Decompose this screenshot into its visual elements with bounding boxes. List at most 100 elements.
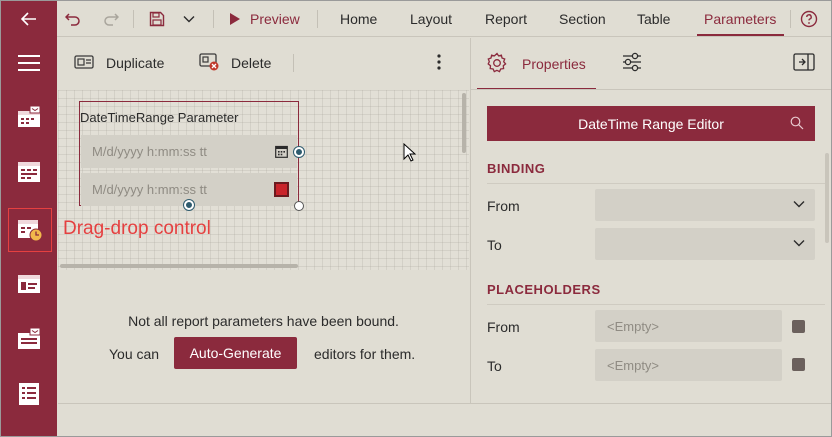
toolbar-divider [293,54,294,72]
list-dropdown-icon [17,327,41,351]
hamburger-icon [17,54,41,72]
save-icon [149,11,165,27]
tab-filters[interactable] [621,38,643,88]
from-placeholder: M/d/yyyy h:mm:ss tt [92,144,207,159]
left-rail [1,1,57,436]
drag-drop-annotation: Drag-drop control [63,218,211,239]
redo-button[interactable] [103,1,119,37]
help-button[interactable] [800,1,818,37]
save-button[interactable] [149,1,165,37]
connector-handle[interactable] [184,200,194,210]
tab-properties[interactable]: Properties [477,38,596,90]
toolbar-divider [317,10,318,28]
menu-button[interactable] [9,43,49,83]
back-button[interactable] [1,1,57,37]
resize-handle[interactable] [294,201,304,211]
tab-table[interactable]: Table [637,1,670,37]
tab-section[interactable]: Section [559,1,606,37]
duplicate-button[interactable]: Duplicate [74,38,164,88]
unbound-parameters-message: Not all report parameters have been boun… [128,313,399,329]
message-editors-for-them: editors for them. [314,346,416,362]
delete-label: Delete [231,55,272,71]
connector-handle[interactable] [294,147,304,157]
placeholder-to-checkbox[interactable] [792,358,805,371]
datetime-range-icon [17,218,43,242]
toolbar-divider [213,10,214,28]
tab-layout-label: Layout [410,11,453,27]
duplicate-label: Duplicate [106,55,165,71]
card-id-icon [17,274,41,294]
panel-header-divider [471,89,831,90]
collapse-panel-button[interactable] [793,38,815,88]
tab-parameters[interactable]: Parameters [704,1,776,37]
binding-to-label: To [487,237,502,253]
chevron-down-icon [183,15,195,23]
tab-home-label: Home [340,11,378,27]
designer-toolbar: Duplicate Delete [57,38,470,88]
rail-item-list-editor[interactable] [9,374,49,414]
toolbar-divider [790,10,791,28]
preview-button[interactable]: Preview [229,1,300,37]
panel-scrollbar[interactable] [825,153,829,243]
search-icon [790,116,804,133]
tab-home[interactable]: Home [340,1,377,37]
binding-heading: BINDING [487,161,546,176]
placeholders-heading: PLACEHOLDERS [487,282,601,297]
mouse-cursor-icon [403,142,417,167]
horizontal-scrollbar[interactable] [60,264,298,268]
stop-icon [274,182,289,197]
tab-report-label: Report [485,11,528,27]
tab-layout[interactable]: Layout [410,1,452,37]
rail-item-list-dropdown-editor[interactable] [9,319,49,359]
editor-button-label: DateTime Range Editor [578,115,724,132]
toolbar-divider [133,10,134,28]
placeholder-from-input[interactable]: <Empty> [595,310,782,342]
panel-divider [470,38,471,403]
binding-from-select[interactable] [595,189,815,221]
rail-item-date-range-editor[interactable] [9,152,49,192]
datetime-range-control[interactable]: DateTimeRange Parameter M/d/yyyy h:mm:ss… [79,101,299,206]
placeholder-from-checkbox[interactable] [792,320,805,333]
properties-tab-label: Properties [522,56,586,72]
datetime-range-editor-button[interactable]: DateTime Range Editor [487,106,815,141]
calendar-icon [275,145,288,161]
undo-icon [65,11,81,27]
delete-button[interactable]: Delete [199,38,271,88]
to-placeholder: M/d/yyyy h:mm:ss tt [92,182,207,197]
placeholder-from-label: From [487,319,520,335]
tab-table-label: Table [637,11,671,27]
delete-icon [199,52,219,74]
placeholder-to-input[interactable]: <Empty> [595,349,782,381]
placeholder-from-value: <Empty> [607,318,660,334]
more-vertical-icon [437,53,441,73]
message-you-can: You can [109,346,160,362]
top-toolbar: Preview Home Layout Report Section Table… [57,1,831,37]
sliders-icon [621,51,643,76]
chevron-down-icon [793,201,805,208]
help-icon [800,10,818,28]
panel-collapse-icon [793,52,815,74]
section-divider [487,304,825,305]
save-options-dropdown[interactable] [183,1,195,37]
tab-section-label: Section [559,11,606,27]
preview-label: Preview [250,11,300,27]
control-title: DateTimeRange Parameter [80,110,239,125]
more-options-button[interactable] [437,38,441,88]
tab-parameters-label: Parameters [704,11,777,27]
list-icon [18,382,40,406]
from-datetime-input[interactable]: M/d/yyyy h:mm:ss tt [81,135,297,168]
tab-report[interactable]: Report [485,1,527,37]
status-divider [58,403,831,404]
calendar-dropdown-icon [17,105,41,129]
rail-item-datetime-range-editor[interactable] [8,208,52,252]
rail-item-card-editor[interactable] [9,264,49,304]
report-designer-window: Preview Home Layout Report Section Table… [0,0,832,437]
rail-item-date-editor[interactable] [9,97,49,137]
section-divider [487,183,825,184]
binding-to-select[interactable] [595,228,815,260]
binding-from-label: From [487,198,520,214]
vertical-scrollbar[interactable] [462,93,466,153]
auto-generate-button[interactable]: Auto-Generate [174,337,297,369]
placeholder-to-value: <Empty> [607,357,660,373]
undo-button[interactable] [65,1,81,37]
